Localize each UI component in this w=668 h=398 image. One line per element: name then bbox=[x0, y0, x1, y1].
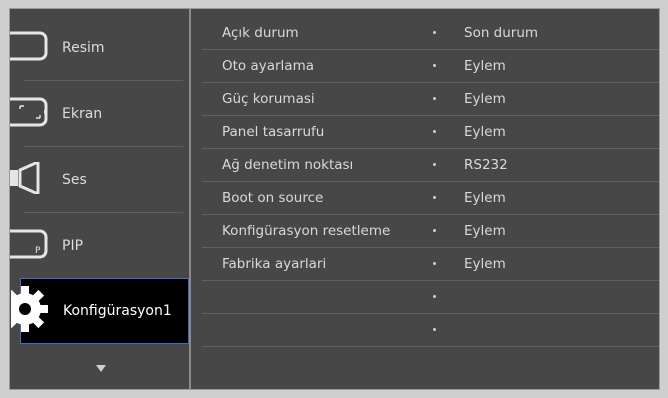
svg-text:P: P bbox=[35, 246, 41, 256]
list-item[interactable] bbox=[192, 281, 659, 314]
bullet-icon bbox=[433, 196, 436, 199]
sidebar-item-label: PIP bbox=[62, 238, 84, 254]
list-item[interactable]: Konfigürasyon resetleme Eylem bbox=[192, 215, 659, 248]
bullet-icon bbox=[433, 97, 436, 100]
sidebar-item-label: Konfigürasyon1 bbox=[63, 303, 172, 319]
sidebar-item-label: Ses bbox=[62, 172, 87, 188]
setting-value: Eylem bbox=[464, 58, 506, 74]
list-item[interactable]: Oto ayarlama Eylem bbox=[192, 50, 659, 83]
list-item[interactable] bbox=[192, 314, 659, 347]
sidebar-item-label: Resim bbox=[62, 40, 105, 56]
bullet-icon bbox=[433, 31, 436, 34]
screen-icon bbox=[10, 96, 50, 132]
setting-name: Ağ denetim noktası bbox=[222, 157, 354, 173]
sidebar-item-ekran[interactable]: Ekran bbox=[10, 81, 189, 147]
setting-value: Eylem bbox=[464, 124, 506, 140]
list-item[interactable]: Açık durum Son durum bbox=[192, 17, 659, 50]
settings-list: Açık durum Son durum Oto ayarlama Eylem … bbox=[192, 17, 659, 347]
sidebar-item-label: Ekran bbox=[62, 106, 103, 122]
list-item[interactable]: Güç korumasi Eylem bbox=[192, 83, 659, 116]
list-item[interactable]: Fabrika ayarlari Eylem bbox=[192, 248, 659, 281]
setting-value: Son durum bbox=[464, 25, 539, 41]
bullet-icon bbox=[433, 163, 436, 166]
pip-icon: P bbox=[10, 228, 50, 264]
setting-name: Konfigürasyon resetleme bbox=[222, 223, 391, 239]
setting-name: Panel tasarrufu bbox=[222, 124, 325, 140]
setting-name: Fabrika ayarlari bbox=[222, 256, 327, 272]
gear-icon bbox=[10, 285, 55, 337]
setting-value: RS232 bbox=[464, 157, 508, 173]
bullet-icon bbox=[433, 328, 436, 331]
sidebar-item-resim[interactable]: Resim bbox=[10, 15, 189, 81]
list-item[interactable]: Ağ denetim noktası RS232 bbox=[192, 149, 659, 182]
sidebar-item-konfigurasyon1[interactable]: Konfigürasyon1 bbox=[10, 278, 189, 344]
bullet-icon bbox=[433, 130, 436, 133]
category-sidebar: Resim Ekran Ses P PIP Konfigürasyon1 bbox=[10, 9, 191, 389]
osd-menu: Resim Ekran Ses P PIP Konfigürasyon1 Açı… bbox=[9, 8, 660, 390]
setting-name: Güç korumasi bbox=[222, 91, 315, 107]
chevron-down-icon[interactable] bbox=[96, 365, 106, 372]
bullet-icon bbox=[433, 64, 436, 67]
list-item[interactable]: Panel tasarrufu Eylem bbox=[192, 116, 659, 149]
setting-value: Eylem bbox=[464, 190, 506, 206]
bullet-icon bbox=[433, 229, 436, 232]
speaker-icon bbox=[10, 159, 50, 198]
bullet-icon bbox=[433, 295, 436, 298]
setting-value: Eylem bbox=[464, 223, 506, 239]
setting-name: Açık durum bbox=[222, 25, 299, 41]
setting-value: Eylem bbox=[464, 91, 506, 107]
setting-name: Oto ayarlama bbox=[222, 58, 315, 74]
divider bbox=[202, 346, 659, 347]
setting-name: Boot on source bbox=[222, 190, 324, 206]
list-item[interactable]: Boot on source Eylem bbox=[192, 182, 659, 215]
sidebar-item-pip[interactable]: P PIP bbox=[10, 213, 189, 279]
bullet-icon bbox=[433, 262, 436, 265]
setting-value: Eylem bbox=[464, 256, 506, 272]
sidebar-item-ses[interactable]: Ses bbox=[10, 147, 189, 213]
picture-icon bbox=[10, 30, 50, 66]
